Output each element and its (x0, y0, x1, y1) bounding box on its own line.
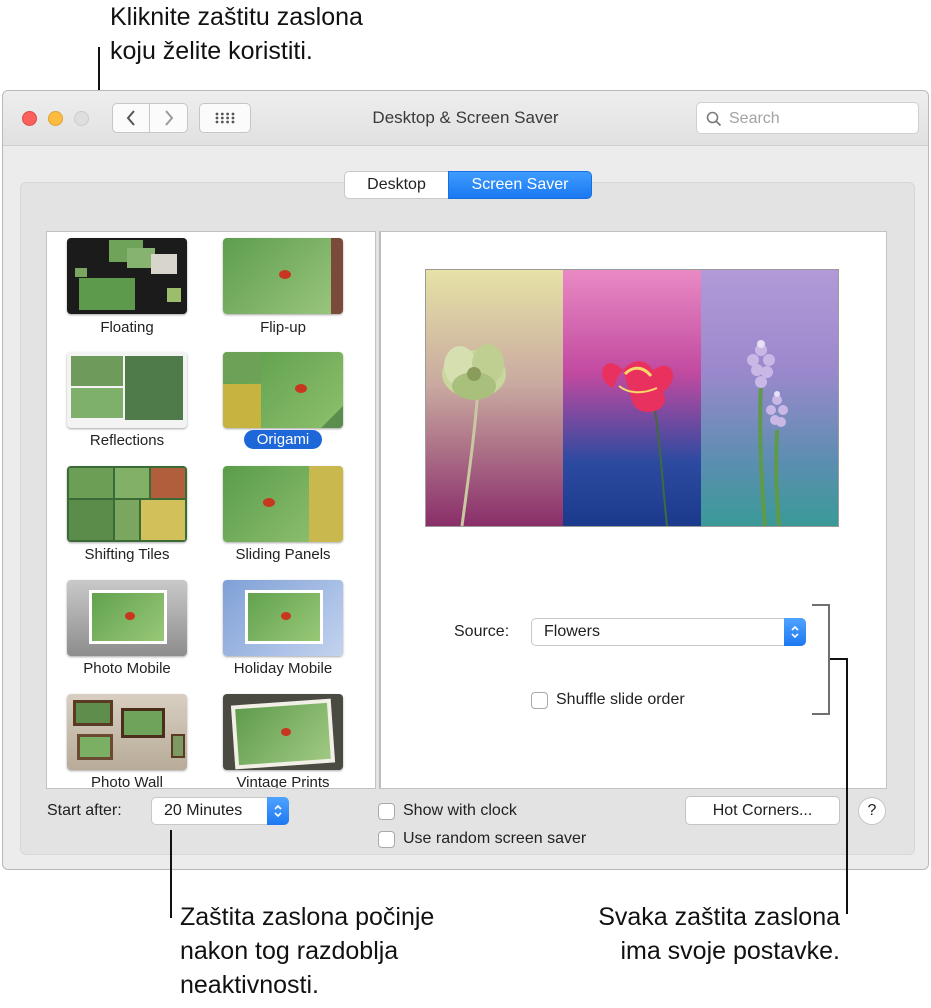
random-saver-label: Use random screen saver (403, 830, 587, 847)
label-photo-mobile: Photo Mobile (83, 660, 171, 677)
thumbnail-floating[interactable] (67, 238, 187, 314)
label-floating: Floating (100, 319, 154, 336)
flower-panel-gloriosa (563, 270, 701, 526)
help-button[interactable]: ? (858, 797, 886, 825)
callout-start-after: Zaštita zaslona počinje nakon tog razdob… (180, 900, 434, 1002)
preview-image (425, 269, 839, 527)
search-input[interactable]: Search (696, 102, 919, 134)
callout-line: Kliknite zaštitu zaslona (110, 3, 363, 31)
settings-bracket (812, 604, 830, 715)
show-clock-checkbox[interactable] (378, 803, 395, 820)
start-after-popup[interactable]: 20 Minutes (151, 797, 289, 825)
thumbnail-photo-wall[interactable] (67, 694, 187, 770)
callout-choose-saver: Kliknite zaštitu zaslona koju želite kor… (110, 0, 363, 68)
label-shifting-tiles: Shifting Tiles (84, 546, 170, 563)
tab-screen-saver[interactable]: Screen Saver (448, 171, 592, 199)
label-origami: Origami (208, 430, 358, 449)
label-vintage-prints: Vintage Prints (236, 774, 330, 789)
thumbnail-sliding-panels[interactable] (223, 466, 343, 542)
callout-line: ima svoje postavke. (620, 937, 840, 965)
title-bar: Desktop & Screen Saver Search (3, 91, 928, 146)
thumbnail-reflections[interactable] (67, 352, 187, 428)
tab-desktop[interactable]: Desktop (344, 171, 448, 199)
show-clock-label: Show with clock (403, 802, 517, 819)
label-photo-wall: Photo Wall (91, 774, 163, 789)
popup-arrows-icon (784, 618, 806, 646)
source-label: Source: (454, 623, 510, 640)
ladybug-icon (125, 612, 135, 620)
flower-icon (602, 361, 674, 526)
flower-panel-hellebore (426, 270, 564, 526)
random-saver-checkbox[interactable] (378, 831, 395, 848)
label-reflections: Reflections (89, 432, 165, 449)
thumbnail-photo-mobile[interactable] (67, 580, 187, 656)
source-value: Flowers (544, 623, 601, 640)
search-icon (706, 111, 722, 127)
thumbnail-vintage-prints[interactable] (223, 694, 343, 770)
flower-icon (442, 344, 506, 526)
selected-label: Origami (243, 430, 323, 449)
flower-panel-muscari (700, 270, 838, 526)
shuffle-label: Shuffle slide order (556, 691, 685, 708)
thumbnail-origami[interactable] (223, 352, 343, 428)
leader-line (170, 830, 172, 918)
callout-line: Svaka zaštita zaslona (598, 903, 840, 931)
source-popup[interactable]: Flowers (531, 618, 806, 646)
popup-arrows-icon (267, 797, 289, 825)
screen-saver-list[interactable]: Floating Flip-up Reflections Origami Shi… (46, 231, 376, 789)
shuffle-checkbox[interactable] (531, 692, 548, 709)
ladybug-icon (263, 498, 275, 507)
start-after-value: 20 Minutes (164, 802, 243, 819)
thumbnail-holiday-mobile[interactable] (223, 580, 343, 656)
callout-line: koju želite koristiti. (110, 37, 313, 65)
hot-corners-button[interactable]: Hot Corners... (685, 796, 840, 825)
label-sliding-panels: Sliding Panels (235, 546, 331, 563)
thumbnail-shifting-tiles[interactable] (67, 466, 187, 542)
callout-line: Zaštita zaslona počinje (180, 903, 435, 931)
label-holiday-mobile: Holiday Mobile (233, 660, 333, 677)
callout-line: nakon tog razdoblja (180, 937, 399, 965)
leader-line (846, 658, 848, 914)
ladybug-icon (281, 612, 291, 620)
ladybug-icon (281, 728, 291, 736)
search-placeholder: Search (729, 110, 780, 127)
flower-icon (746, 340, 788, 526)
label-flip-up: Flip-up (260, 319, 306, 336)
ladybug-icon (279, 270, 291, 279)
callout-settings: Svaka zaštita zaslona ima svoje postavke… (520, 900, 840, 968)
preferences-window: Desktop & Screen Saver Search Desktop Sc… (2, 90, 929, 870)
callout-line: neaktivnosti. (180, 971, 319, 999)
thumbnail-flip-up[interactable] (223, 238, 343, 314)
start-after-label: Start after: (47, 802, 122, 819)
ladybug-icon (295, 384, 307, 393)
